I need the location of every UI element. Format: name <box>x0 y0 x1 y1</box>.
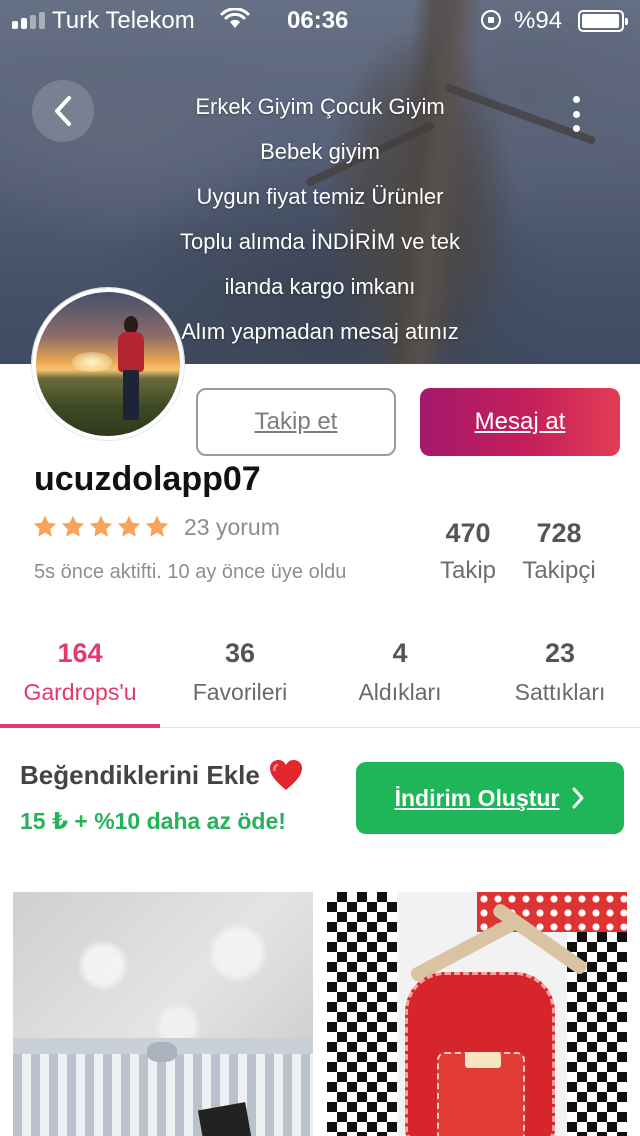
bio-line: Uygun fiyat temiz Ürünler <box>196 184 444 209</box>
clock-time: 06:36 <box>287 7 349 34</box>
chevron-right-icon <box>572 787 584 809</box>
status-bar: Turk Telekom 06:36 %94 <box>0 0 640 40</box>
avatar[interactable] <box>32 288 184 440</box>
tab-count: 4 <box>392 638 408 668</box>
promo-title-text: Beğendiklerini Ekle <box>20 759 260 790</box>
carrier-name: Turk Telekom <box>52 7 195 34</box>
chevron-left-icon <box>55 96 71 126</box>
followers-count: 728 <box>536 518 582 548</box>
followers-label: Takipçi <box>522 557 596 584</box>
star-icon <box>145 515 169 537</box>
create-discount-label: İndirim Oluştur <box>394 784 560 811</box>
star-icon <box>117 515 141 537</box>
dot-icon <box>572 96 580 103</box>
promo-subtitle: 15 ₺ + %10 daha az öde! <box>20 808 286 834</box>
wifi-icon <box>220 7 250 37</box>
tab-count: 164 <box>57 638 103 668</box>
message-button[interactable]: Mesaj at <box>420 388 620 456</box>
signal-icon <box>12 12 45 29</box>
reviews-link[interactable]: 23 yorum <box>184 514 280 541</box>
tab-label: Aldıkları <box>358 679 442 705</box>
back-button[interactable] <box>32 80 94 142</box>
product-image <box>385 901 590 1136</box>
more-options-button[interactable] <box>560 92 592 136</box>
tab-favorites[interactable]: 36 Favorileri <box>160 634 320 727</box>
product-card[interactable] <box>327 892 627 1136</box>
star-icon <box>89 515 113 537</box>
promo-title: Beğendiklerini Ekle <box>20 758 304 792</box>
battery-percentage: %94 <box>514 7 563 34</box>
rotation-lock-icon <box>481 10 501 30</box>
dot-icon <box>572 110 580 118</box>
star-icon <box>61 515 85 537</box>
dot-icon <box>572 125 580 132</box>
bio-line: Toplu alımda İNDİRİM ve tek <box>180 229 460 254</box>
tab-purchased[interactable]: 4 Aldıkları <box>320 634 480 727</box>
rating-stars <box>32 514 170 540</box>
heart-icon <box>269 760 302 790</box>
create-discount-button[interactable]: İndirim Oluştur <box>356 762 624 834</box>
activity-status: 5s önce aktifti. 10 ay önce üye oldu <box>34 561 347 583</box>
following-count: 470 <box>445 518 491 548</box>
tab-wardrobe[interactable]: 164 Gardrops'u <box>0 634 160 728</box>
tab-label: Sattıkları <box>514 679 606 705</box>
following-stat[interactable]: 470 Takip <box>434 518 502 585</box>
tab-count: 23 <box>544 638 576 668</box>
profile-bio: Erkek Giyim Çocuk Giyim Bebek giyim Uygu… <box>100 84 540 354</box>
tab-label: Favorileri <box>192 679 288 705</box>
bio-line: Erkek Giyim Çocuk Giyim <box>195 94 445 119</box>
follow-button[interactable]: Takip et <box>196 388 396 456</box>
tab-label: Gardrops'u <box>23 679 137 705</box>
star-icon <box>33 515 57 537</box>
tab-count: 36 <box>224 638 256 668</box>
followers-stat[interactable]: 728 Takipçi <box>512 518 606 585</box>
product-card[interactable] <box>13 892 313 1136</box>
following-label: Takip <box>439 557 497 584</box>
username: ucuzdolapp07 <box>34 460 261 498</box>
bio-line: ilanda kargo imkanı <box>224 274 416 299</box>
profile-tabs: 164 Gardrops'u 36 Favorileri 4 Aldıkları… <box>0 634 640 728</box>
avatar-person <box>118 316 144 420</box>
bio-line: Bebek giyim <box>260 139 380 164</box>
tab-sold[interactable]: 23 Sattıkları <box>480 634 640 727</box>
battery-icon <box>578 10 628 32</box>
